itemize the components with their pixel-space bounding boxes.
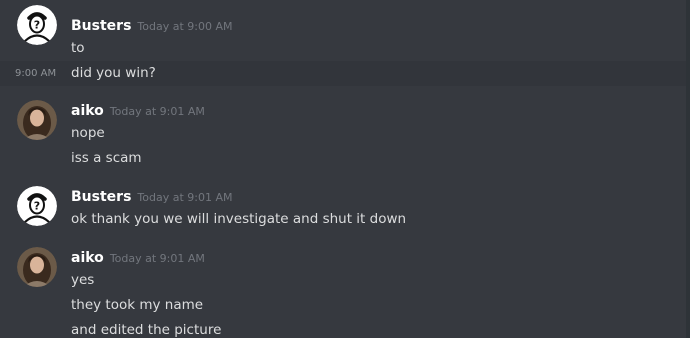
message-text: and edited the picture xyxy=(71,322,222,338)
message-line[interactable]: and edited the picture xyxy=(0,318,686,338)
message-text: iss a scam xyxy=(71,150,142,166)
message-text: to xyxy=(71,40,85,56)
chat-messages[interactable]: ? Busters Today at 9:00 AM to 9:00 AM did… xyxy=(0,0,690,338)
message-timestamp[interactable]: Today at 9:01 AM xyxy=(137,191,232,204)
hover-timestamp[interactable]: 9:00 AM xyxy=(15,68,56,80)
author-name[interactable]: Busters xyxy=(71,18,131,34)
author-name[interactable]: aiko xyxy=(71,103,104,119)
message-line[interactable]: to xyxy=(0,36,686,61)
scrollbar[interactable] xyxy=(686,0,690,338)
message-line[interactable]: iss a scam xyxy=(0,146,686,171)
message-header: aiko Today at 9:01 AM xyxy=(71,249,205,267)
message-timestamp[interactable]: Today at 9:01 AM xyxy=(110,252,205,265)
message-line[interactable]: yes xyxy=(0,268,686,293)
message-header: Busters Today at 9:00 AM xyxy=(71,17,232,35)
author-name[interactable]: aiko xyxy=(71,250,104,266)
message-header: Busters Today at 9:01 AM xyxy=(71,188,232,206)
message-text: ok thank you we will investigate and shu… xyxy=(71,211,407,227)
message-timestamp[interactable]: Today at 9:00 AM xyxy=(137,20,232,33)
message-line[interactable]: nope xyxy=(0,121,686,146)
message-line[interactable]: they took my name xyxy=(0,293,686,318)
author-name[interactable]: Busters xyxy=(71,189,131,205)
message-text: they took my name xyxy=(71,297,204,313)
svg-text:?: ? xyxy=(34,19,40,32)
message-line[interactable]: ok thank you we will investigate and shu… xyxy=(0,207,686,232)
message-line[interactable]: 9:00 AM did you win? xyxy=(0,61,686,86)
message-timestamp[interactable]: Today at 9:01 AM xyxy=(110,105,205,118)
message-text: yes xyxy=(71,272,95,288)
message-header: aiko Today at 9:01 AM xyxy=(71,102,205,120)
message-text: did you win? xyxy=(71,65,156,81)
message-text: nope xyxy=(71,125,105,141)
